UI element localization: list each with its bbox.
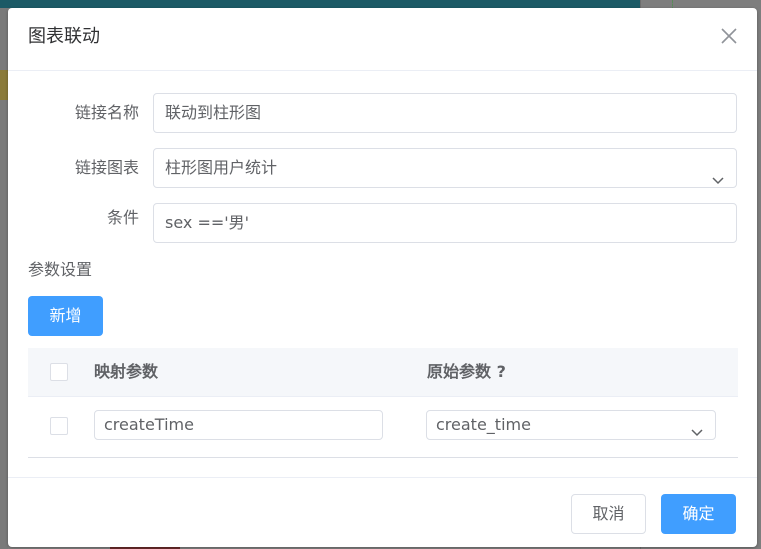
form-row-link-chart: 链接图表 柱形图用户统计 <box>28 148 737 188</box>
add-param-button[interactable]: 新增 <box>28 296 103 336</box>
link-name-input[interactable]: 联动到柱形图 <box>153 93 737 133</box>
background-app-header <box>0 0 640 8</box>
condition-input[interactable]: sex =='男' <box>153 203 737 243</box>
confirm-button[interactable]: 确定 <box>661 494 736 534</box>
background-app-strip <box>0 70 8 100</box>
link-name-value: 联动到柱形图 <box>165 103 262 122</box>
chevron-down-icon <box>712 162 724 185</box>
link-chart-value: 柱形图用户统计 <box>165 158 278 177</box>
mapped-param-input[interactable]: createTime <box>94 410 383 440</box>
column-header-original: 原始参数 ? <box>427 362 506 381</box>
original-param-value: create_time <box>436 415 531 434</box>
link-chart-label: 链接图表 <box>74 158 139 177</box>
dialog-header: 图表联动 <box>8 8 757 71</box>
chart-link-dialog: 图表联动 链接名称 联动到柱形图 链接图表 柱形图用户统计 条件 sex =='… <box>8 8 757 547</box>
row-checkbox[interactable] <box>50 417 68 435</box>
chevron-down-icon <box>691 419 703 437</box>
params-section-label: 参数设置 <box>28 260 93 279</box>
link-chart-select[interactable]: 柱形图用户统计 <box>153 148 737 188</box>
select-all-checkbox[interactable] <box>50 363 68 381</box>
form-row-condition: 条件 sex =='男' <box>28 203 737 243</box>
table-row: createTime create_time <box>28 397 738 457</box>
table-header: 映射参数 原始参数 ? <box>28 348 738 397</box>
form-row-link-name: 链接名称 联动到柱形图 <box>28 93 737 133</box>
condition-label: 条件 <box>106 208 139 227</box>
link-name-label: 链接名称 <box>74 103 139 122</box>
params-table: 映射参数 原始参数 ? createTime create_time <box>28 348 738 458</box>
dialog-footer: 取消 确定 <box>8 477 757 548</box>
close-icon[interactable] <box>721 28 737 44</box>
dialog-title: 图表联动 <box>28 26 100 47</box>
original-param-select[interactable]: create_time <box>426 410 716 440</box>
mapped-param-value: createTime <box>104 415 194 434</box>
condition-value: sex =='男' <box>165 213 250 232</box>
column-header-mapped: 映射参数 <box>94 362 159 381</box>
cancel-button[interactable]: 取消 <box>571 494 646 534</box>
